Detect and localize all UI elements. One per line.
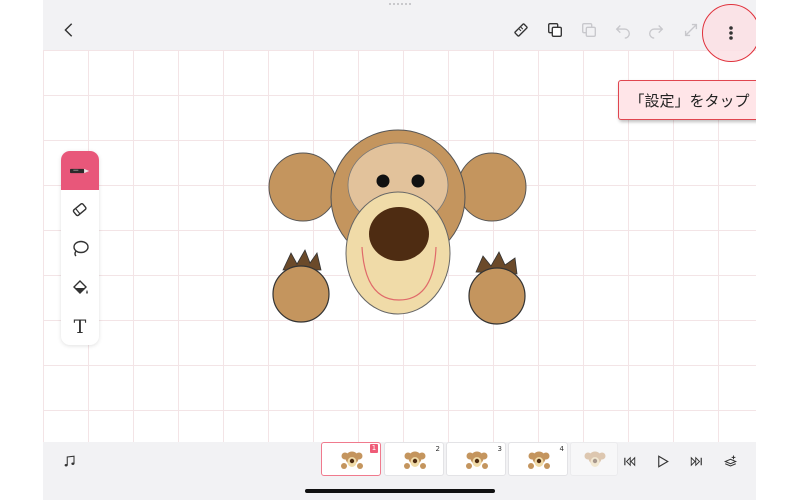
transform-button[interactable]	[679, 18, 703, 42]
copy-layer-icon	[548, 23, 562, 37]
frame-thumbnail-2[interactable]: 2	[384, 442, 444, 476]
undo-icon	[615, 25, 630, 39]
undo-button[interactable]	[611, 18, 635, 42]
play-icon	[657, 454, 669, 468]
eraser-tool[interactable]	[61, 190, 99, 229]
add-frame-icon	[723, 455, 737, 467]
bear-nose	[369, 207, 429, 261]
bear-left-paw	[272, 265, 330, 323]
bear-right-paw	[468, 267, 526, 325]
skip-forward-icon	[690, 456, 702, 466]
skip-back-button[interactable]	[619, 451, 639, 471]
callout-text: 「設定」をタップ	[629, 91, 750, 110]
bucket-fill-icon	[73, 279, 88, 294]
frame-bear-thumbnail	[584, 451, 606, 467]
bear-right-eye	[411, 174, 425, 188]
frame-thumbnail-3[interactable]: 3	[446, 442, 506, 476]
frame-number: 3	[497, 445, 502, 453]
back-button[interactable]	[57, 18, 81, 42]
frame-bear-thumbnail	[528, 451, 550, 469]
eraser-icon	[72, 202, 87, 216]
redo-button[interactable]	[644, 18, 668, 42]
ruler-button[interactable]	[509, 18, 533, 42]
frame-number: 4	[559, 445, 564, 453]
text-tool[interactable]: T	[61, 307, 99, 345]
frame-thumbnail-5[interactable]	[570, 442, 618, 476]
fill-tool[interactable]	[61, 268, 99, 307]
lasso-icon	[73, 240, 89, 256]
skip-back-icon	[623, 456, 635, 466]
frame-bear-thumbnail	[341, 451, 363, 469]
bear-right-ear	[457, 152, 527, 222]
bear-left-ear	[268, 152, 338, 222]
bear-left-eye	[376, 174, 390, 188]
instruction-callout: 「設定」をタップ	[618, 80, 756, 120]
add-frame-button[interactable]	[720, 451, 740, 471]
more-menu-button[interactable]	[702, 4, 756, 62]
lasso-tool[interactable]	[61, 229, 99, 268]
text-icon: T	[73, 315, 87, 338]
frame-thumbnail-4[interactable]: 4	[508, 442, 568, 476]
ruler-icon	[514, 23, 528, 37]
frame-thumbnail-1[interactable]: 1	[321, 442, 381, 476]
music-icon	[64, 455, 75, 466]
frame-bear-thumbnail	[404, 451, 426, 469]
multitask-indicator	[389, 3, 411, 7]
frame-bear-thumbnail	[466, 451, 488, 469]
chevron-left-icon	[64, 23, 73, 37]
frame-number: 2	[435, 445, 440, 453]
home-indicator	[305, 489, 495, 493]
skip-forward-button[interactable]	[686, 451, 706, 471]
more-vertical-icon	[729, 26, 733, 40]
frame-number: 1	[370, 444, 378, 453]
transform-icon	[684, 23, 698, 37]
tool-palette: T	[61, 151, 99, 345]
pen-tool[interactable]	[61, 151, 99, 190]
layers-button[interactable]	[577, 18, 601, 42]
device-screen: 「設定」をタップ T 1 2 3 4	[43, 0, 756, 500]
play-button[interactable]	[652, 451, 672, 471]
copy-layer-button[interactable]	[543, 18, 567, 42]
layers-icon	[582, 23, 596, 37]
music-button[interactable]	[59, 451, 79, 471]
redo-icon	[649, 25, 664, 39]
pen-icon	[70, 168, 90, 173]
